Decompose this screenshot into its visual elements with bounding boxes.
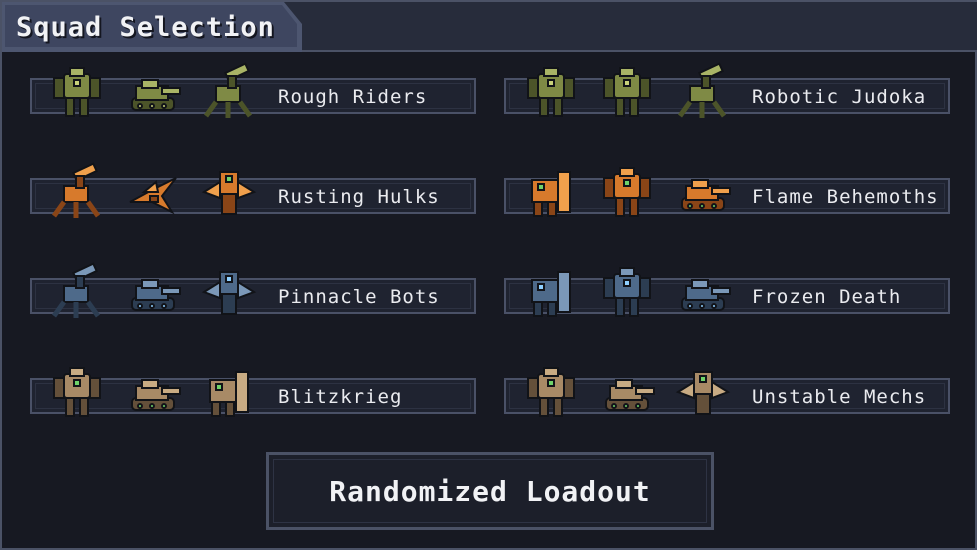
walker-mech-icon [596,62,658,124]
walker-mech-icon [520,362,582,424]
jet-mech-icon [122,162,184,224]
heavy-mech-icon [520,62,582,124]
squad-name-label: Flame Behemoths [752,186,939,208]
squad-name-label: Robotic Judoka [752,86,927,108]
cannon-mech-icon [596,362,658,424]
heavy-mech-icon [46,62,108,124]
tank-mech-icon [672,262,734,324]
squad-selection-panel: Squad Selection Rough Riders Robotic Jud… [0,0,977,550]
randomized-loadout-button[interactable]: Randomized Loadout [266,452,714,530]
squad-name-label: Blitzkrieg [278,386,403,408]
shield-mech-icon [520,262,582,324]
ice-mech-icon [596,262,658,324]
page-title: Squad Selection [16,12,275,43]
randomized-loadout-label: Randomized Loadout [329,475,651,508]
artillery-mech-icon [198,62,260,124]
tank-mech-icon [672,162,734,224]
tank-mech-icon [122,262,184,324]
rocket-mech-icon [46,162,108,224]
squad-name-label: Unstable Mechs [752,386,927,408]
tank-mech-icon [122,362,184,424]
lightning-mech-icon [46,362,108,424]
artillery-mech-icon [46,262,108,324]
acid-mech-icon [672,362,734,424]
squad-name-label: Rusting Hulks [278,186,440,208]
walker-mech-icon [596,162,658,224]
laser-bot-icon [198,262,260,324]
squad-name-label: Frozen Death [752,286,902,308]
boulder-mech-icon [198,362,260,424]
squad-name-label: Rough Riders [278,86,428,108]
squad-name-label: Pinnacle Bots [278,286,440,308]
missile-mech-icon [672,62,734,124]
tank-mech-icon [122,62,184,124]
flame-mech-icon [520,162,582,224]
pulse-mech-icon [198,162,260,224]
